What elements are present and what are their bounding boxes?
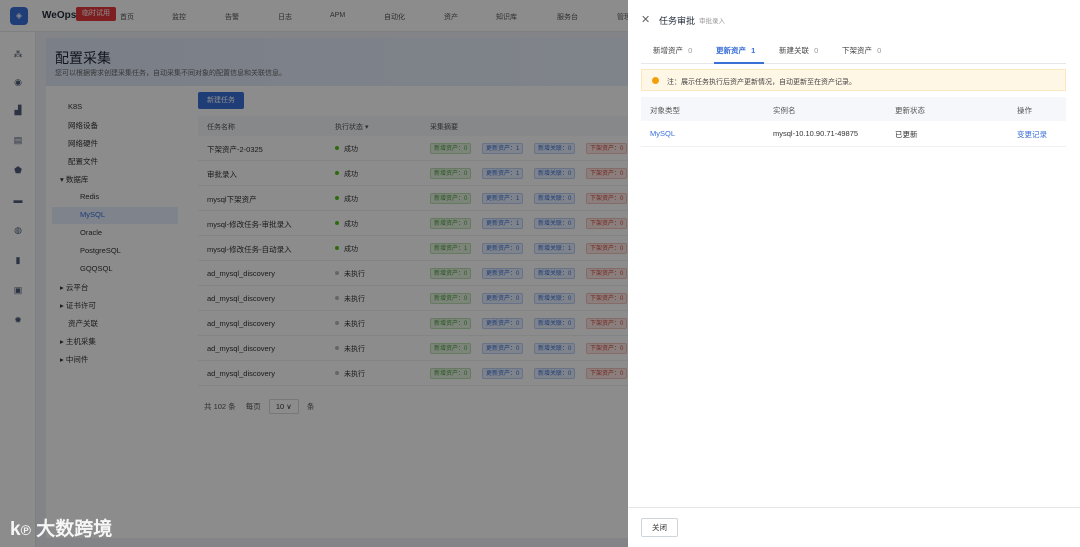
drawer-tabs: 新增资产 0 更新资产 1 新建关联 0 下架资产 0 [641,38,1066,64]
drawer-footer: 关闭 [628,507,1080,547]
column-header: 更新状态 [895,106,925,115]
tab-new-relations[interactable]: 新建关联 0 [779,45,818,56]
close-button[interactable]: 关闭 [641,518,678,537]
drawer-title: 任务审批 [659,16,696,26]
alert-text: 注：展示任务执行后资产更新情况，自动更新至在资产记录。 [667,79,856,86]
active-tab-indicator [714,62,764,64]
table-row: MySQL mysql-10.10.90.71-49875 已更新 变更记录 [641,121,1066,147]
task-approval-drawer: ✕ 任务审批 审批录入 新增资产 0 更新资产 1 新建关联 0 下架资产 0 … [628,0,1080,547]
column-header: 实例名 [773,106,796,115]
modal-overlay[interactable] [0,0,628,547]
object-type-link[interactable]: MySQL [650,129,675,138]
update-status: 已更新 [895,130,918,139]
column-header: 对象类型 [650,106,680,115]
tab-new-assets[interactable]: 新增资产 0 [653,45,692,56]
info-dot-icon [652,77,659,84]
result-table-header: 对象类型 实例名 更新状态 操作 [641,97,1066,121]
column-header: 操作 [1017,106,1032,115]
info-alert: 注：展示任务执行后资产更新情况，自动更新至在资产记录。 [641,69,1066,91]
tab-offline-assets[interactable]: 下架资产 0 [842,45,881,56]
close-icon[interactable]: ✕ [641,13,650,26]
change-record-link[interactable]: 变更记录 [1017,129,1047,140]
watermark: k℗ 大数跨境 [10,519,113,540]
drawer-subtitle: 审批录入 [699,18,725,25]
tab-updated-assets[interactable]: 更新资产 1 [716,45,755,56]
instance-name: mysql-10.10.90.71-49875 [773,129,859,138]
